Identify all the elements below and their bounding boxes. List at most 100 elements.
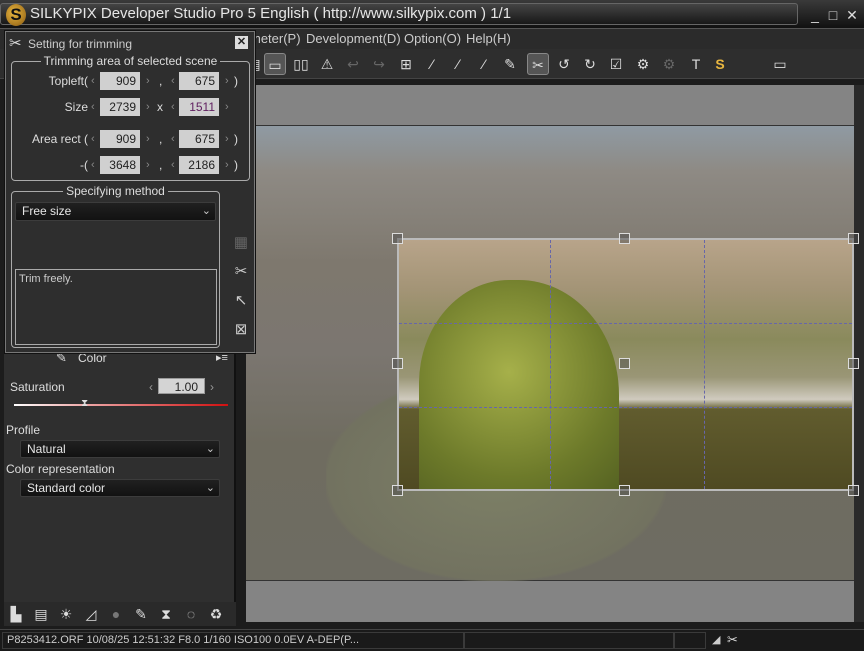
crop-handle-bottom[interactable]	[619, 485, 630, 496]
topleft-x-decrease[interactable]: ‹	[91, 75, 95, 87]
saturation-decrease[interactable]: ‹	[149, 380, 153, 394]
size-h-increase[interactable]: ›	[225, 101, 229, 113]
rect-x1-decrease[interactable]: ‹	[91, 133, 95, 145]
size-w-decrease[interactable]: ‹	[91, 101, 95, 113]
crop-handle-top-right[interactable]	[848, 233, 859, 244]
compare-view-icon[interactable]: ▯▯	[290, 53, 312, 75]
trim-reset-icon[interactable]: ✂	[230, 261, 252, 283]
chevron-down-icon: ⌄	[205, 482, 215, 494]
topleft-y-decrease[interactable]: ‹	[171, 75, 175, 87]
size-w-increase[interactable]: ›	[146, 101, 150, 113]
size-height-input[interactable]: 1511	[179, 98, 219, 116]
rect-end-label: -(	[80, 158, 88, 172]
topleft-y-increase[interactable]: ›	[225, 75, 229, 87]
crop-handle-left[interactable]	[392, 358, 403, 369]
recycle-icon[interactable]: ♻	[206, 604, 226, 624]
maximize-button[interactable]: □	[824, 6, 842, 24]
save-settings-icon[interactable]: ⚙	[632, 53, 654, 75]
saturation-increase[interactable]: ›	[210, 380, 214, 394]
crop-handle-bottom-right[interactable]	[848, 485, 859, 496]
single-view-icon[interactable]: ▭	[264, 53, 286, 75]
apply-settings-icon[interactable]: ⚙	[658, 53, 680, 75]
topleft-x-input[interactable]: 909	[100, 72, 140, 90]
gray-picker-icon[interactable]: ⁄	[447, 53, 469, 75]
crop-handle-top[interactable]	[619, 233, 630, 244]
scissors-icon: ✂	[9, 35, 22, 52]
rect-x2-increase[interactable]: ›	[146, 159, 150, 171]
fit-frame-icon[interactable]: ⊠	[230, 319, 252, 341]
rect-y1-input[interactable]: 675	[179, 130, 219, 148]
profile-label: Profile	[6, 423, 41, 437]
size-width-input[interactable]: 2739	[100, 98, 140, 116]
undo-icon[interactable]: ↩	[342, 53, 364, 75]
saturation-input[interactable]: 1.00	[158, 378, 205, 394]
color-representation-select[interactable]: Standard color ⌄	[20, 479, 220, 497]
select-trim-icon[interactable]: ↖	[230, 290, 252, 312]
crop-handle-right[interactable]	[848, 358, 859, 369]
black-picker-icon[interactable]: ⁄	[473, 53, 495, 75]
redo-icon[interactable]: ↪	[368, 53, 390, 75]
preview-icon: ◢	[712, 634, 721, 646]
crop-handle-bottom-left[interactable]	[392, 485, 403, 496]
histogram-icon[interactable]: ▙	[6, 604, 26, 624]
rect-y2-increase[interactable]: ›	[225, 159, 229, 171]
viewer-scrollbar[interactable]	[854, 85, 864, 622]
grid-line	[704, 240, 705, 489]
dialog-title: Setting for trimming	[28, 37, 133, 51]
method-select[interactable]: Free size ⌄	[15, 202, 216, 221]
dialog-close-button[interactable]: ✕	[235, 36, 248, 49]
menu-help[interactable]: Help(H)	[466, 31, 511, 46]
comment-icon[interactable]: ▤	[31, 604, 51, 624]
rect-y1-decrease[interactable]: ‹	[171, 133, 175, 145]
saturation-slider[interactable]	[14, 404, 228, 406]
bottom-toolbar: ▙ ▤ ☀ ◿ ● ✎ ⧗ ◌ ♻	[4, 602, 236, 626]
group-title: Specifying method	[63, 184, 168, 198]
method-value: Free size	[22, 204, 72, 218]
crop-handle-top-left[interactable]	[392, 233, 403, 244]
rect-y1-increase[interactable]: ›	[225, 133, 229, 145]
fit-icon[interactable]: ⊞	[395, 53, 417, 75]
rotate-right-icon[interactable]: ↻	[579, 53, 601, 75]
status-cell	[674, 632, 706, 649]
rect-y2-input[interactable]: 2186	[179, 156, 219, 174]
size-h-decrease[interactable]: ‹	[171, 101, 175, 113]
minimize-button[interactable]: _	[806, 6, 824, 24]
lens-icon[interactable]: ⧗	[156, 604, 176, 624]
topleft-x-increase[interactable]: ›	[146, 75, 150, 87]
area-rect-label: Area rect (	[31, 132, 88, 146]
white-balance-picker-icon[interactable]: ⁄	[421, 53, 443, 75]
warning-icon[interactable]: ⚠	[316, 53, 338, 75]
rotation-icon[interactable]: ◌	[181, 604, 201, 624]
rect-x2-input[interactable]: 3648	[100, 156, 140, 174]
close-paren: )	[234, 74, 238, 88]
tone-curve-icon[interactable]: ◿	[81, 604, 101, 624]
color-ball-icon[interactable]: ●	[106, 604, 126, 624]
aspect-guide-icon[interactable]: ▦	[230, 232, 252, 254]
topleft-y-input[interactable]: 675	[179, 72, 219, 90]
rect-y2-decrease[interactable]: ‹	[171, 159, 175, 171]
menu-parameter[interactable]: meter(P)	[250, 31, 301, 46]
crop-handle-center[interactable]	[619, 358, 630, 369]
menu-option[interactable]: Option(O)	[404, 31, 461, 46]
exposure-icon[interactable]: ☀	[56, 604, 76, 624]
silkypix-icon[interactable]: S	[709, 53, 731, 75]
size-separator: x	[157, 100, 163, 114]
rotate-left-icon[interactable]: ↺	[553, 53, 575, 75]
window-title: SILKYPIX Developer Studio Pro 5 English …	[30, 5, 512, 22]
sharpness-icon[interactable]: ✎	[131, 604, 151, 624]
comma: ,	[159, 132, 163, 146]
brush-icon[interactable]: ✎	[499, 53, 521, 75]
rect-x1-increase[interactable]: ›	[146, 133, 150, 145]
status-cell	[464, 632, 674, 649]
menu-development[interactable]: Development(D)	[306, 31, 401, 46]
saturation-slider-thumb[interactable]: ⧗	[81, 398, 89, 410]
rect-x2-decrease[interactable]: ‹	[91, 159, 95, 171]
profile-select[interactable]: Natural ⌄	[20, 440, 220, 458]
trimming-dialog: ✂ Setting for trimming ✕ Trimming area o…	[5, 31, 255, 353]
rect-x1-input[interactable]: 909	[100, 130, 140, 148]
check-icon[interactable]: ☑	[605, 53, 627, 75]
monitor-icon[interactable]: ▭	[768, 53, 792, 75]
hammer-icon[interactable]: T	[685, 53, 707, 75]
trimming-icon[interactable]: ✂	[527, 53, 549, 75]
close-button[interactable]: ✕	[843, 6, 861, 24]
